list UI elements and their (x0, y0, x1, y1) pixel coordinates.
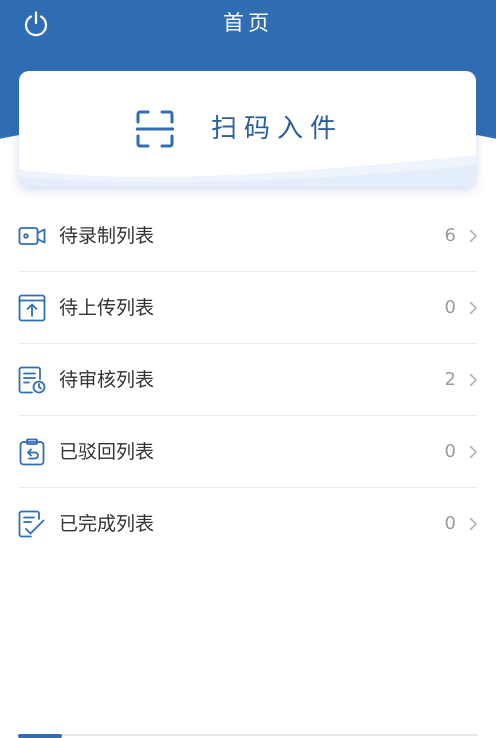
chevron-right-icon (469, 445, 478, 459)
task-list: 待录制列表 6 待上传列表 0 待审核列表 2 已驳回列表 0 已完成列表 0 (0, 200, 496, 560)
list-item-label: 已完成列表 (59, 513, 155, 535)
bottom-divider (18, 734, 478, 736)
list-item-count: 2 (444, 369, 456, 390)
chevron-right-icon (469, 517, 478, 531)
list-item-label: 待录制列表 (59, 225, 155, 247)
list-item-pending-recording[interactable]: 待录制列表 6 (18, 200, 478, 272)
list-item-count: 6 (444, 225, 456, 246)
list-item-rejected[interactable]: 已驳回列表 0 (18, 416, 478, 488)
card-wave-decoration (19, 155, 476, 187)
chevron-right-icon (469, 229, 478, 243)
list-item-count: 0 (444, 513, 456, 534)
chevron-right-icon (469, 301, 478, 315)
list-item-label: 待上传列表 (59, 297, 155, 319)
page-title: 首页 (223, 11, 273, 35)
scan-entry-label: 扫码入件 (211, 114, 344, 144)
document-check-icon (18, 510, 45, 538)
list-item-pending-upload[interactable]: 待上传列表 0 (18, 272, 478, 344)
scan-entry-card[interactable]: 扫码入件 (19, 71, 476, 187)
upload-icon (18, 294, 46, 322)
bottom-tab-indicator[interactable] (18, 734, 62, 738)
video-camera-icon (18, 227, 46, 245)
chevron-right-icon (469, 373, 478, 387)
list-item-completed[interactable]: 已完成列表 0 (18, 488, 478, 560)
list-item-count: 0 (444, 297, 456, 318)
list-item-label: 已驳回列表 (59, 441, 155, 463)
clipboard-return-icon (19, 438, 45, 466)
scan-icon (136, 110, 174, 148)
review-clock-icon (18, 366, 46, 394)
list-item-count: 0 (444, 441, 456, 462)
list-item-label: 待审核列表 (59, 369, 155, 391)
list-item-pending-review[interactable]: 待审核列表 2 (18, 344, 478, 416)
